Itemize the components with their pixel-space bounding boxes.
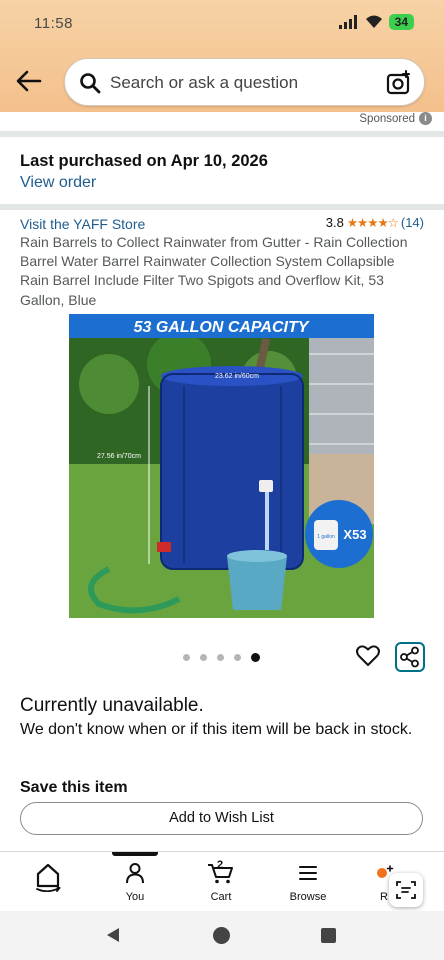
search-icon: [79, 72, 101, 99]
recents-square-icon[interactable]: [320, 927, 337, 944]
rating-value: 3.8: [325, 215, 344, 230]
share-button[interactable]: [395, 642, 425, 672]
bottom-nav: You 2 Cart Browse R: [0, 851, 444, 911]
image-jug-label: 1 gallon: [317, 534, 335, 540]
cart-count-badge: 2: [217, 859, 224, 871]
back-triangle-icon[interactable]: [104, 926, 122, 944]
sponsored-label[interactable]: Sponsored i: [359, 112, 432, 125]
nav-label-browse: Browse: [289, 891, 327, 903]
back-arrow-icon[interactable]: [14, 68, 44, 94]
availability-note: We don't know when or if this item will …: [20, 721, 413, 738]
carousel-dot[interactable]: [234, 654, 241, 661]
nav-cart[interactable]: 2 Cart: [186, 859, 256, 903]
status-time: 11:58: [34, 15, 73, 32]
nav-active-indicator: [112, 852, 158, 856]
nav-you[interactable]: You: [100, 862, 170, 903]
availability-status: Currently unavailable.: [20, 695, 204, 716]
wifi-icon: [365, 15, 382, 28]
add-to-wish-list-button[interactable]: Add to Wish List: [20, 802, 423, 835]
status-bar: 11:58 34: [0, 0, 444, 48]
heart-icon[interactable]: [356, 645, 380, 672]
review-count-link[interactable]: (14): [401, 215, 424, 230]
product-title: Rain Barrels to Collect Rainwater from G…: [20, 234, 408, 308]
section-divider: [0, 131, 444, 137]
carousel-dot[interactable]: [200, 654, 207, 661]
app-header: 11:58 34 Search or ask a question: [0, 0, 444, 112]
home-circle-icon[interactable]: [212, 926, 231, 945]
scan-icon: [396, 881, 416, 899]
search-input[interactable]: Search or ask a question: [110, 73, 298, 93]
carousel-dot[interactable]: [217, 654, 224, 661]
image-banner-text: 53 GALLON CAPACITY: [134, 319, 310, 336]
system-nav-bar: [0, 911, 444, 960]
nav-browse[interactable]: Browse: [273, 862, 343, 903]
status-icons: 34: [338, 14, 414, 30]
image-multiplier-text: X53: [343, 527, 366, 542]
rating-row[interactable]: 3.8 ★★★★☆ (14): [326, 215, 424, 230]
carousel-dot-active[interactable]: [251, 653, 260, 662]
scan-lens-button[interactable]: [389, 873, 423, 907]
carousel-dot[interactable]: [183, 654, 190, 661]
product-image[interactable]: 53 GALLON CAPACITY 23.62 in/60cm 27.56 i…: [69, 314, 374, 618]
info-icon: i: [419, 112, 432, 125]
view-order-link[interactable]: View order: [20, 174, 96, 192]
camera-search-icon[interactable]: [386, 70, 412, 101]
menu-icon: [299, 866, 317, 880]
section-divider: [0, 204, 444, 210]
image-carousel-dots[interactable]: [183, 653, 260, 662]
person-icon: [126, 863, 144, 884]
home-icon: [36, 863, 61, 893]
signal-icon: [338, 15, 357, 29]
battery-indicator: 34: [388, 14, 414, 30]
image-width-label: 23.62 in/60cm: [215, 373, 259, 380]
store-link[interactable]: Visit the YAFF Store: [20, 216, 145, 232]
last-purchased-text: Last purchased on Apr 10, 2026: [20, 152, 268, 170]
nav-home[interactable]: [13, 862, 83, 897]
search-bar[interactable]: Search or ask a question: [64, 58, 425, 106]
share-icon: [400, 646, 419, 668]
image-height-label: 27.56 in/70cm: [97, 453, 141, 460]
nav-label-cart: Cart: [210, 891, 232, 903]
nav-label-you: You: [125, 891, 145, 903]
save-item-title: Save this item: [20, 779, 128, 796]
sponsored-text: Sponsored: [359, 112, 415, 125]
star-rating-icon: ★★★★☆: [346, 216, 399, 230]
